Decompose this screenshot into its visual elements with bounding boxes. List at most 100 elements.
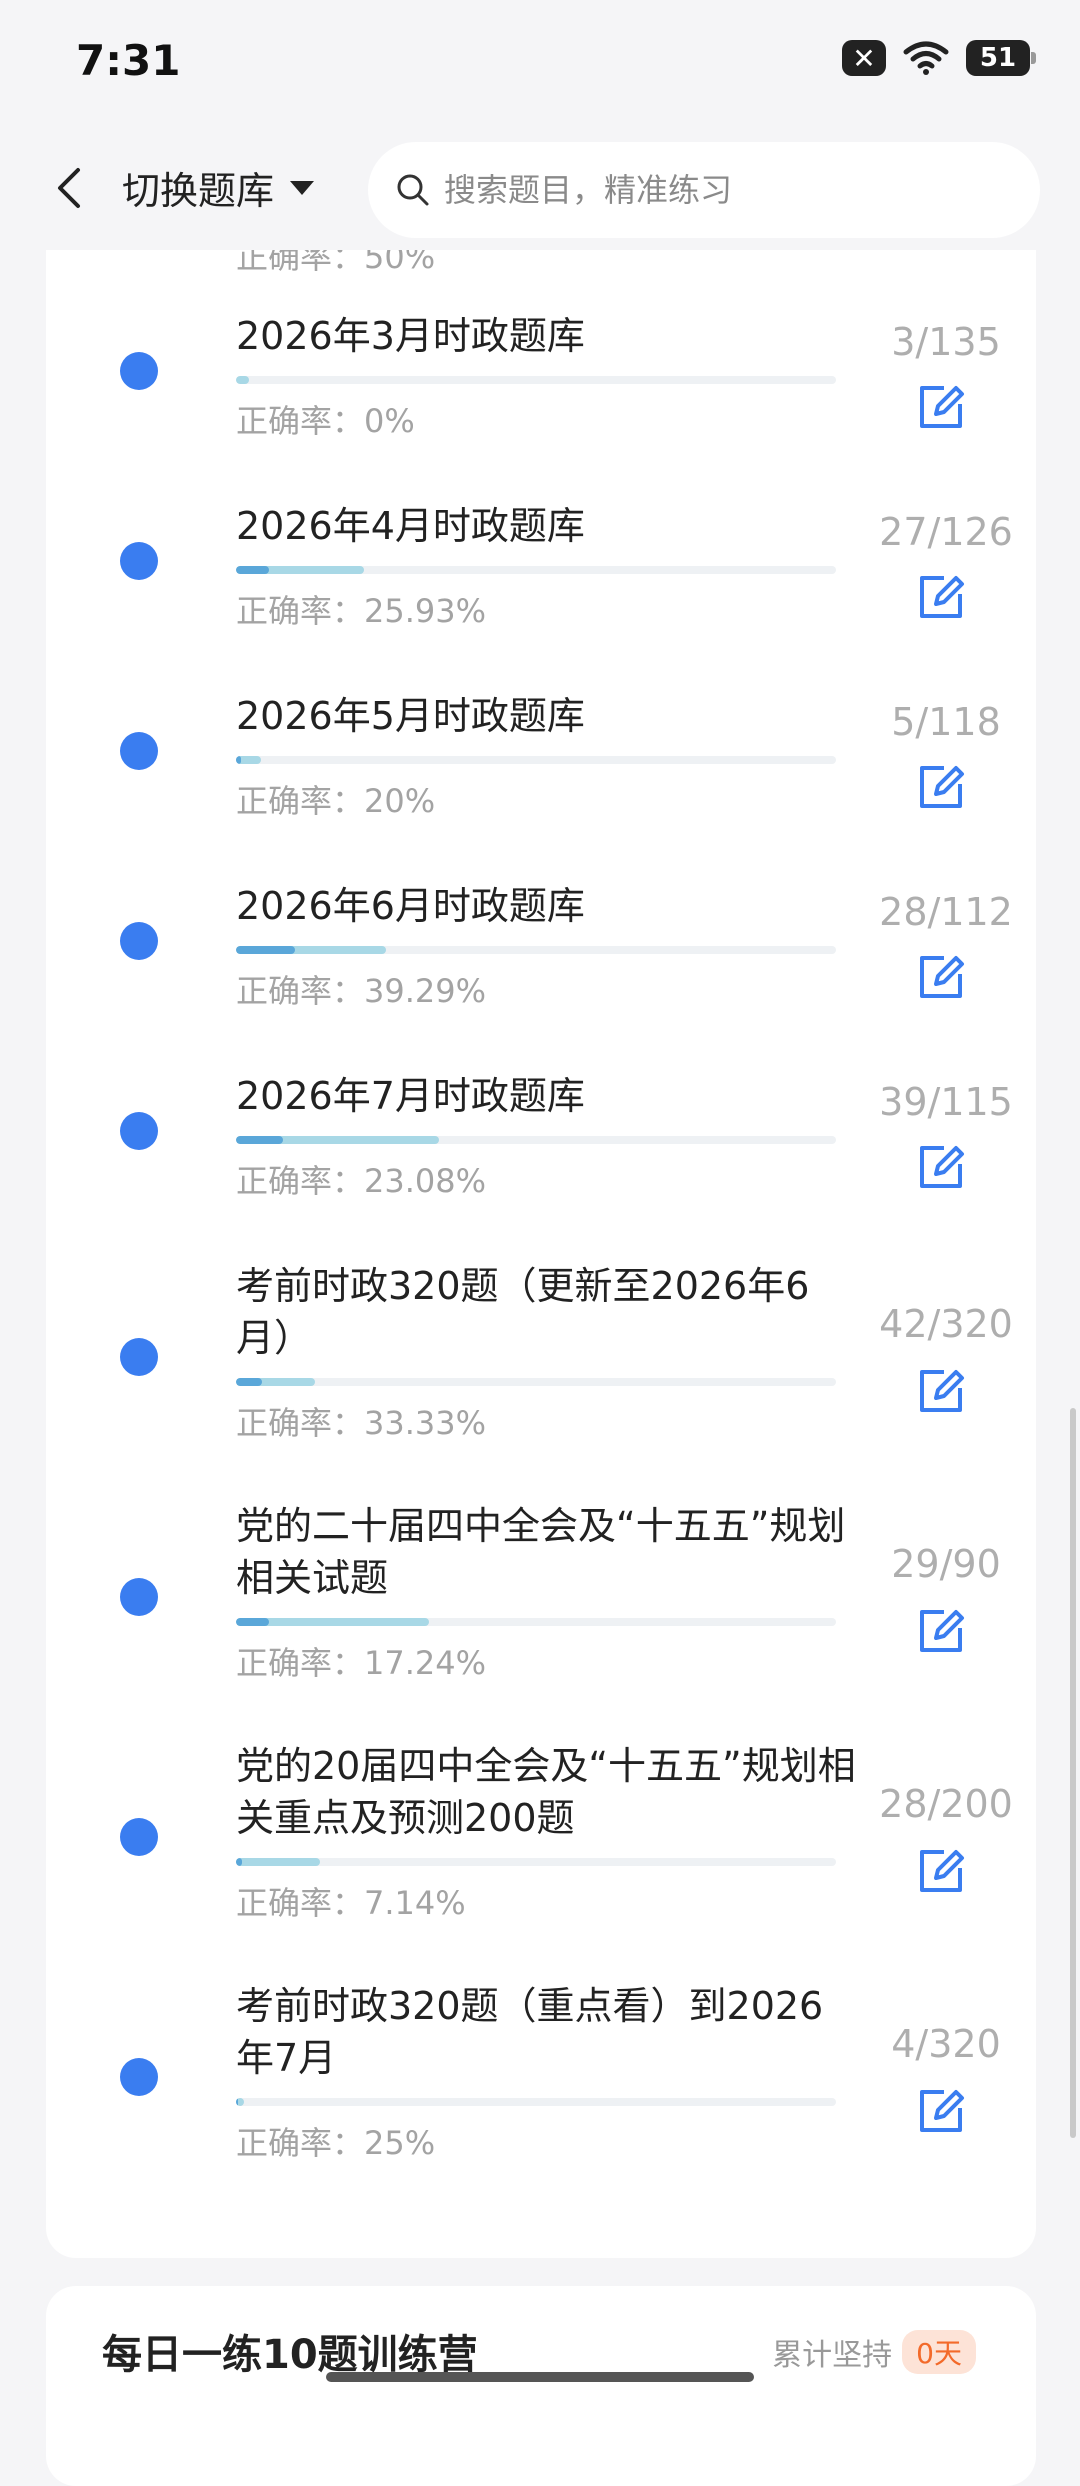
progress-count: 3/135 [891, 320, 1001, 364]
list-item[interactable]: 2026年3月时政题库正确率：0% 3/135 [46, 310, 1036, 472]
chevron-left-icon [58, 168, 80, 208]
progress-bar [236, 1136, 836, 1144]
progress-bar [236, 2098, 836, 2106]
progress-correct-fill [236, 946, 295, 954]
edit-icon[interactable] [914, 1844, 968, 1898]
battery-icon: 51 [966, 40, 1036, 76]
progress-correct-fill [236, 1378, 263, 1386]
progress-fill [236, 1378, 315, 1386]
daily-practice-badge: 0天 [902, 2330, 976, 2374]
edit-icon[interactable] [914, 760, 968, 814]
scrollbar[interactable] [1070, 1408, 1076, 2138]
progress-count: 4/320 [891, 2022, 1001, 2066]
list-item[interactable]: 2026年4月时政题库正确率：25.93% 27/126 [46, 500, 1036, 662]
search-icon [397, 174, 429, 206]
progress-count: 42/320 [879, 1302, 1013, 1346]
status-dot [120, 1112, 158, 1150]
progress-bar [236, 1618, 836, 1626]
status-dot [120, 1338, 158, 1376]
item-title: 党的二十届四中全会及“十五五”规划相关试题 [236, 1504, 846, 1600]
accuracy-text: 正确率：25% [236, 2124, 436, 2162]
progress-bar [236, 946, 836, 954]
list-item[interactable]: 考前时政320题（重点看）到2026年7月正确率：25% 4/320 [46, 1980, 1036, 2194]
list-item[interactable]: 2026年7月时政题库正确率：23.08% 39/115 [46, 1070, 1036, 1232]
progress-fill [236, 1136, 440, 1144]
caret-down-icon [290, 180, 315, 195]
edit-icon[interactable] [914, 950, 968, 1004]
status-dot [120, 732, 158, 770]
question-bank-list-card: 正确率：50% 2026年3月时政题库 正确率：0% 3/135 2026年4月时政题… [46, 200, 1036, 2258]
list-item[interactable]: 党的20届四中全会及“十五五”规划相关重点及预测200题 正确率：7.14% 28/… [46, 1740, 1036, 1954]
progress-fill [236, 946, 386, 954]
status-dot [120, 1578, 158, 1616]
item-title: 2026年6月时政题库 [236, 884, 585, 928]
item-title: 2026年3月时政题库 [236, 314, 585, 358]
progress-count: 27/126 [879, 510, 1013, 554]
status-dot [120, 1818, 158, 1856]
status-icons: ✕ 51 [842, 40, 1036, 76]
progress-count: 29/90 [891, 1542, 1001, 1586]
item-title: 2026年7月时政题库 [236, 1074, 585, 1118]
edit-icon[interactable] [914, 570, 968, 624]
accuracy-text: 正确率：0% [236, 402, 415, 440]
search-input[interactable] [442, 170, 1006, 210]
status-dot [120, 2058, 158, 2096]
progress-correct-fill [236, 2098, 238, 2106]
status-bar: 7:31 ✕ 51 [0, 0, 1080, 130]
accuracy-text: 正确率：39.29% [236, 972, 487, 1010]
item-title: 2026年5月时政题库 [236, 694, 585, 738]
list-item[interactable]: 党的二十届四中全会及“十五五”规划相关试题正确率：17.24% 29/90 [46, 1500, 1036, 1714]
accuracy-text: 正确率：33.33% [236, 1404, 487, 1442]
progress-fill [236, 566, 365, 574]
daily-practice-stats-label: 累计坚持 [772, 2338, 893, 2373]
progress-correct-fill [236, 756, 242, 764]
list-item[interactable]: 考前时政320题（更新至2026年6月） 正确率：33.33% 42/320 [46, 1260, 1036, 1474]
list-item[interactable]: 2026年6月时政题库正确率：39.29% 28/112 [46, 880, 1036, 1042]
progress-bar [236, 376, 836, 384]
wifi-icon [903, 41, 949, 75]
progress-bar [236, 1858, 836, 1866]
switch-bank-label: 切换题库 [122, 169, 275, 213]
progress-correct-fill [236, 1858, 242, 1866]
accuracy-text: 正确率：25.93% [236, 592, 487, 630]
top-bar: 切换题库 [0, 130, 1080, 250]
status-dot [120, 922, 158, 960]
progress-fill [236, 1858, 320, 1866]
progress-bar [236, 1378, 836, 1386]
item-title: 考前时政320题（更新至2026年6月） [236, 1264, 810, 1360]
item-title: 考前时政320题（重点看）到2026年7月 [236, 1984, 824, 2080]
edit-icon[interactable] [914, 380, 968, 434]
edit-icon[interactable] [914, 2084, 968, 2138]
back-button[interactable] [44, 158, 94, 218]
edit-icon[interactable] [914, 1364, 968, 1418]
progress-bar [236, 756, 836, 764]
item-title: 2026年4月时政题库 [236, 504, 585, 548]
edit-icon[interactable] [914, 1140, 968, 1194]
notification-x-icon: ✕ [842, 40, 886, 76]
status-dot [120, 352, 158, 390]
progress-fill [236, 756, 262, 764]
accuracy-text: 正确率：20% [236, 782, 436, 820]
accuracy-text: 正确率：17.24% [236, 1644, 487, 1682]
accuracy-text: 正确率：23.08% [236, 1162, 487, 1200]
progress-count: 28/112 [879, 890, 1013, 934]
progress-fill [236, 2098, 244, 2106]
status-dot [120, 542, 158, 580]
progress-count: 5/118 [891, 700, 1001, 744]
progress-correct-fill [236, 1136, 283, 1144]
home-indicator[interactable] [326, 2372, 754, 2382]
progress-count: 39/115 [879, 1080, 1013, 1124]
progress-correct-fill [236, 566, 270, 574]
daily-practice-card[interactable]: 每日一练10题训练营 累计坚持 0天 [46, 2286, 1036, 2486]
list-item[interactable]: 2026年5月时政题库正确率：20% 5/118 [46, 690, 1036, 852]
edit-icon[interactable] [914, 1604, 968, 1658]
accuracy-text: 正确率：7.14% [236, 1884, 466, 1922]
progress-count: 28/200 [879, 1782, 1013, 1826]
search-bar[interactable] [368, 142, 1040, 238]
progress-correct-fill [236, 1618, 270, 1626]
switch-bank-button[interactable]: 切换题库 [122, 160, 315, 215]
progress-fill [236, 1618, 430, 1626]
progress-fill [236, 376, 250, 384]
daily-practice-stats: 累计坚持 0天 [772, 2330, 976, 2374]
status-time: 7:31 [76, 36, 181, 85]
